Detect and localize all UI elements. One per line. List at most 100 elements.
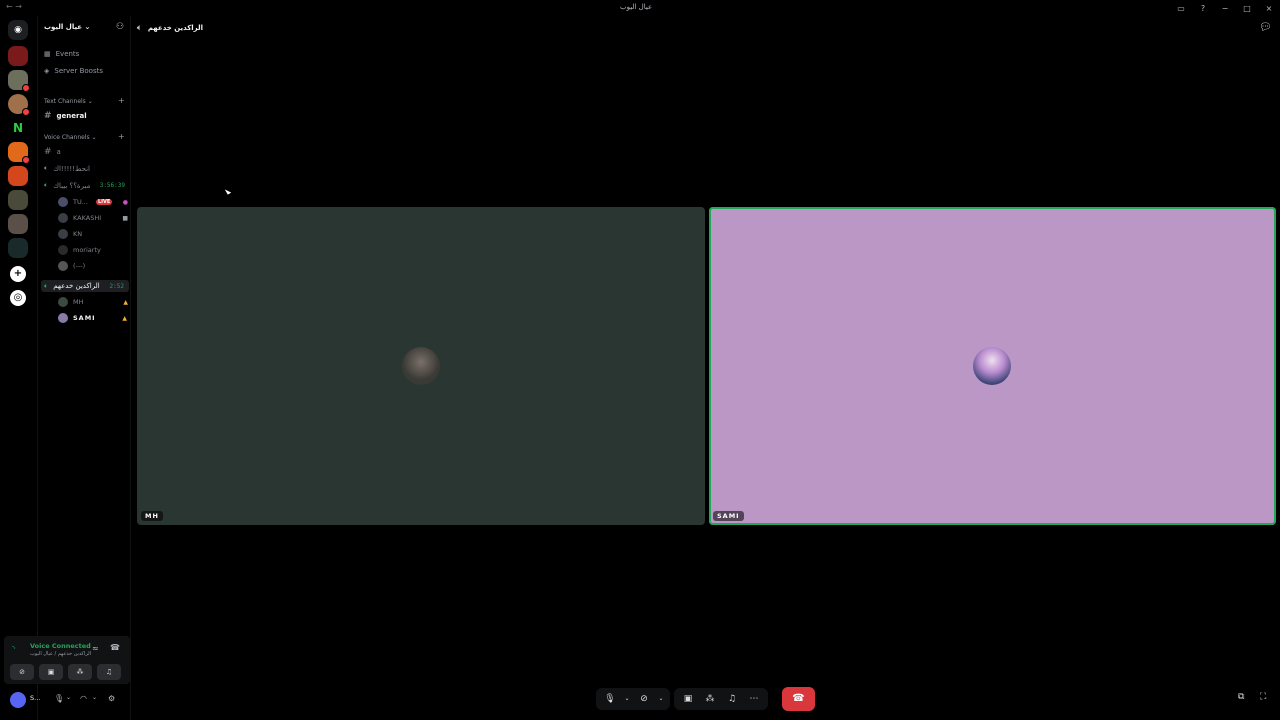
speaker-icon: 🔈︎	[44, 164, 49, 172]
voice-channels-category[interactable]: Voice Channels ⌄	[44, 134, 97, 141]
headphones-icon[interactable]: ◠	[80, 694, 87, 703]
boost-icon: ◈	[44, 67, 50, 75]
calendar-icon: ▦	[44, 50, 51, 58]
more-options-icon[interactable]: ⋯	[744, 689, 764, 709]
call-controls: 🎙︎ ⌄ ⊘ ⌄ ▣ ⁂ ♫ ⋯ ☎	[596, 686, 815, 712]
username[interactable]: S...	[30, 694, 40, 702]
text-channels-category[interactable]: Text Channels ⌄	[44, 98, 93, 105]
microphone-icon[interactable]: 🎙︎	[54, 694, 64, 703]
voice-user[interactable]: KN	[58, 229, 128, 239]
participant-name: SAMI	[713, 511, 744, 521]
add-voice-channel-icon[interactable]: +	[118, 132, 125, 141]
avatar[interactable]	[10, 692, 26, 708]
activity-icon: ▲	[122, 314, 128, 322]
hash-icon: #	[44, 147, 52, 157]
soundboard-icon[interactable]: ♫	[722, 689, 742, 709]
activity-icon: ●	[122, 198, 128, 206]
help-icon[interactable]: ?	[1192, 4, 1214, 13]
forward-arrow-icon[interactable]: →	[15, 2, 22, 11]
hash-icon: #	[44, 111, 52, 121]
popout-icon[interactable]: ⧉	[1238, 692, 1244, 702]
page-title: الراكدين خدعهم	[147, 24, 204, 32]
server-icon[interactable]	[8, 238, 28, 258]
voice-channel-path[interactable]: الراكدين خدعهم / عيال اليوب	[30, 651, 91, 657]
nav-arrows[interactable]: ← →	[6, 2, 22, 11]
share-screen-button[interactable]: ▣	[39, 664, 63, 680]
voice-status[interactable]: Voice Connected	[30, 642, 91, 650]
add-server-icon[interactable]: +	[10, 266, 26, 282]
avatar	[58, 297, 68, 307]
channel-a[interactable]: # a	[44, 147, 130, 157]
mouse-cursor	[224, 187, 232, 195]
participant-name: MH	[141, 511, 163, 521]
chat-bubble-icon[interactable]: 💬︎	[1259, 22, 1272, 33]
noise-suppression-icon[interactable]: ≈	[92, 644, 99, 653]
channel-sidebar: عيال اليوب ⌄ ⚇ ▦ Events ◈ Server Boosts Te…	[37, 16, 131, 720]
call-timer: 3:56:39	[99, 182, 125, 189]
speaker-icon: 🔈︎	[44, 181, 49, 189]
leave-call-button[interactable]: ☎	[782, 687, 815, 711]
signal-icon[interactable]: ◝	[12, 644, 15, 653]
activities-button[interactable]: ⁂	[68, 664, 92, 680]
voice-channel-1[interactable]: 🔈︎ انحط!!!!!اك	[44, 164, 130, 173]
live-badge: LIVE	[96, 199, 113, 205]
call-timer: 2:52	[109, 282, 124, 290]
voice-user[interactable]: TU... LIVE ●	[58, 197, 128, 207]
minimize-button[interactable]: −	[1214, 4, 1236, 13]
voice-user[interactable]: MH ▲	[58, 297, 128, 307]
chevron-down-icon[interactable]: ⌄	[656, 689, 666, 709]
server-icon[interactable]	[8, 166, 28, 186]
video-tile-mh[interactable]: MH	[137, 207, 705, 525]
server-icon[interactable]	[8, 70, 30, 92]
server-rail: ◉ N + ◎	[0, 16, 36, 720]
events-item[interactable]: ▦ Events	[44, 50, 79, 58]
disconnect-icon[interactable]: ☎	[110, 643, 120, 652]
chevron-down-icon[interactable]: ⌄	[66, 694, 71, 701]
voice-user[interactable]: KAKASHI ■	[58, 213, 128, 223]
server-icon[interactable]: N	[8, 118, 28, 138]
server-icon[interactable]	[8, 46, 28, 66]
voice-user[interactable]: SAMI ▲	[58, 313, 128, 323]
inbox-icon[interactable]: ▭	[1170, 4, 1192, 13]
voice-channel-2[interactable]: 🔈︎ مبرة؟؟ بيباك 3:56:39	[44, 181, 130, 190]
chevron-down-icon[interactable]: ⌄	[92, 694, 97, 701]
voice-user[interactable]: moriarty	[58, 245, 128, 255]
camera-icon: ■	[122, 214, 128, 222]
server-icon[interactable]	[8, 94, 30, 116]
server-icon[interactable]	[8, 142, 30, 164]
speaker-icon: 🔈︎	[137, 23, 142, 32]
camera-off-icon[interactable]: ⊘	[634, 689, 654, 709]
actions-group: ▣ ⁂ ♫ ⋯	[674, 688, 768, 710]
soundboard-button[interactable]: ♫	[97, 664, 121, 680]
camera-off-button[interactable]: ⊘	[10, 664, 34, 680]
maximize-button[interactable]: □	[1236, 4, 1258, 13]
server-name-header[interactable]: عيال اليوب ⌄	[44, 23, 90, 31]
discord-home-icon[interactable]: ◉	[8, 20, 28, 40]
server-icon[interactable]	[8, 214, 28, 234]
activities-icon[interactable]: ⁂	[700, 689, 720, 709]
server-boosts-item[interactable]: ◈ Server Boosts	[44, 67, 103, 75]
add-text-channel-icon[interactable]: +	[118, 96, 125, 105]
close-button[interactable]: ×	[1258, 4, 1280, 13]
share-screen-icon[interactable]: ▣	[678, 689, 698, 709]
invite-icon[interactable]: ⚇	[116, 22, 124, 32]
server-icon[interactable]	[8, 190, 28, 210]
fullscreen-icon[interactable]: ⛶	[1260, 692, 1266, 702]
microphone-icon[interactable]: 🎙︎	[600, 689, 620, 709]
chevron-down-icon[interactable]: ⌄	[622, 689, 632, 709]
avatar	[58, 213, 68, 223]
title-bar: ← → عيال اليوب ▭ ? − □ ×	[0, 0, 1280, 16]
hang-up-icon: ☎	[792, 693, 805, 704]
discover-icon[interactable]: ◎	[10, 290, 26, 306]
video-tile-sami[interactable]: SAMI	[709, 207, 1276, 525]
settings-gear-icon[interactable]: ⚙	[108, 694, 115, 703]
speaker-icon: 🔈︎	[44, 281, 49, 290]
avatar	[58, 229, 68, 239]
mic-group: 🎙︎ ⌄ ⊘ ⌄	[596, 688, 670, 710]
voice-user[interactable]: (---)	[58, 261, 128, 271]
channel-header: 🔈︎ الراكدين خدعهم	[137, 20, 203, 36]
back-arrow-icon[interactable]: ←	[6, 2, 13, 11]
channel-general[interactable]: # general	[44, 111, 130, 121]
voice-channel-3[interactable]: 🔈︎ الراكدين خدعهم 2:52	[41, 280, 129, 292]
user-bar: S... 🎙︎ ⌄ ◠ ⌄ ⚙	[4, 688, 130, 714]
